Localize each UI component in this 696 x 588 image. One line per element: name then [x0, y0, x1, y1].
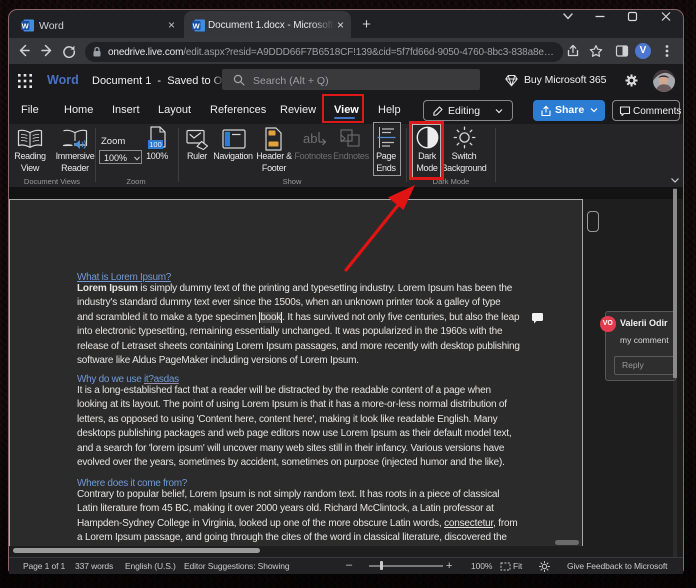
- svg-text:W: W: [22, 21, 30, 30]
- svg-text:W: W: [193, 21, 201, 30]
- svg-text:ab: ab: [303, 131, 317, 146]
- svg-text:100: 100: [149, 140, 162, 149]
